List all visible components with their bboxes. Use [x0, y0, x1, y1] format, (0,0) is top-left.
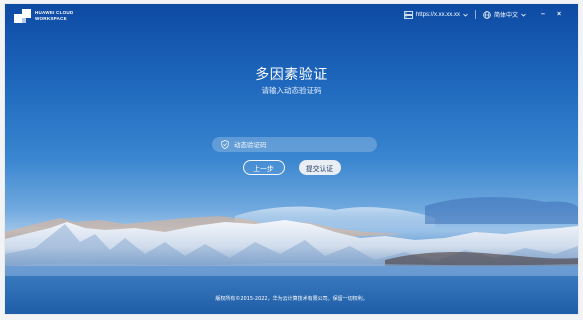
minimize-button[interactable]: –: [536, 11, 550, 18]
globe-icon: [483, 10, 491, 19]
language-selector[interactable]: 简体中文: [483, 10, 526, 19]
otp-input-field[interactable]: [212, 137, 377, 152]
otp-input[interactable]: [229, 140, 374, 149]
server-icon: [404, 10, 413, 19]
action-buttons: 上一步 提交认证: [5, 160, 578, 175]
server-address-selector[interactable]: https://x.xx.xx.xx: [404, 10, 468, 19]
top-bar: HUAWEI CLOUD WORKSPACE https://x.xx.xx.x…: [5, 4, 578, 30]
login-window: HUAWEI CLOUD WORKSPACE https://x.xx.xx.x…: [5, 4, 578, 314]
brand-name: HUAWEI CLOUD WORKSPACE: [35, 10, 73, 21]
chevron-down-icon: [521, 13, 526, 17]
page-title: 多因素验证: [255, 67, 328, 83]
language-label: 简体中文: [493, 13, 518, 19]
huawei-cloud-logo-icon: [14, 9, 31, 23]
brand-logo: HUAWEI CLOUD WORKSPACE: [14, 9, 73, 23]
shield-check-icon: [221, 140, 229, 149]
close-button[interactable]: ×: [552, 11, 566, 18]
divider: [474, 10, 476, 19]
chevron-down-icon: [463, 13, 468, 17]
previous-step-button[interactable]: 上一步: [242, 160, 285, 175]
top-right-controls: https://x.xx.xx.xx 简体中文 – ×: [404, 10, 566, 19]
brand-line-2: WORKSPACE: [35, 16, 67, 21]
submit-auth-button[interactable]: 提交认证: [298, 160, 341, 175]
copyright-footer: 版权所有©2015-2022，华为云计算技术有限公司。保留一切权利。: [215, 296, 368, 302]
server-address-label: https://x.xx.xx.xx: [415, 11, 460, 18]
page-subtitle: 请输入动态验证码: [261, 86, 322, 95]
